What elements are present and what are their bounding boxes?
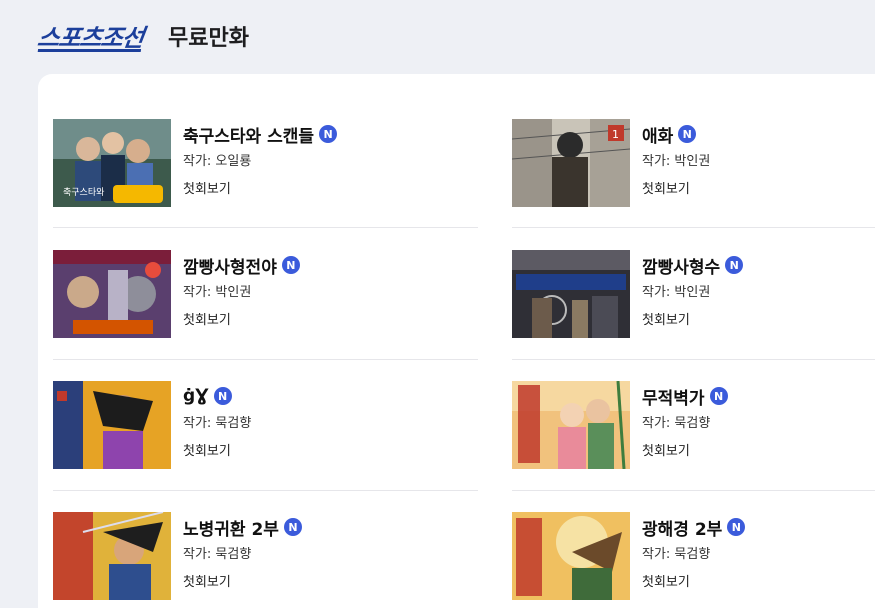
new-badge: N (725, 256, 744, 274)
comic-author: 작가: 오일룡 (183, 154, 252, 169)
comic-item[interactable]: 광해경 2부 N 작가: 묵검향 첫회보기 (512, 512, 875, 602)
comic-author: 작가: 묵검향 (642, 416, 711, 431)
comic-title[interactable]: 무적벽가 (642, 384, 705, 409)
cover-image-icon (512, 250, 630, 338)
cover-image-icon (53, 512, 171, 600)
new-badge: N (283, 518, 302, 536)
comic-item[interactable]: ġƔ N 작가: 묵검향 첫회보기 (53, 381, 443, 471)
row-divider (53, 359, 478, 360)
page-title: 무료만화 (168, 26, 249, 51)
first-episode-link[interactable]: 첫회보기 (183, 440, 231, 459)
comic-title[interactable]: ġƔ (183, 386, 209, 406)
cover-image-icon (53, 381, 171, 469)
comic-cover[interactable]: 축구스타와 (53, 119, 171, 207)
new-badge: N (281, 256, 300, 274)
comic-list-card: 축구스타와 축구스타와 스캔들 N 작가: 오일룡 첫회보기 1 애화 N 작가… (38, 74, 875, 608)
row-divider (512, 227, 875, 228)
comic-title[interactable]: 축구스타와 스캔들 (183, 122, 314, 147)
cover-image-icon: 1 (512, 119, 630, 207)
comic-title[interactable]: 노병귀환 2부 (183, 515, 279, 540)
comic-author: 작가: 박인권 (642, 154, 711, 169)
new-badge: N (319, 125, 338, 143)
first-episode-link[interactable]: 첫회보기 (642, 571, 690, 590)
first-episode-link[interactable]: 첫회보기 (642, 440, 690, 459)
row-divider (53, 227, 478, 228)
first-episode-link[interactable]: 첫회보기 (183, 571, 231, 590)
cover-image-icon (512, 381, 630, 469)
comic-cover[interactable] (512, 512, 630, 600)
comic-title[interactable]: 깜빵사형전야 (183, 253, 277, 278)
cover-image-icon: 축구스타와 (53, 119, 171, 207)
comic-cover[interactable] (53, 512, 171, 600)
svg-text:1: 1 (612, 128, 619, 141)
comic-item[interactable]: 깜빵사형전야 N 작가: 박인권 첫회보기 (53, 250, 443, 340)
new-badge: N (727, 518, 746, 536)
comic-title[interactable]: 애화 (642, 122, 673, 147)
comic-item[interactable]: 1 애화 N 작가: 박인권 첫회보기 (512, 119, 875, 209)
comic-author: 작가: 박인권 (183, 285, 252, 300)
comic-author: 작가: 묵검향 (183, 547, 252, 562)
comic-cover[interactable] (512, 381, 630, 469)
cover-image-icon (512, 512, 630, 600)
comic-item[interactable]: 무적벽가 N 작가: 묵검향 첫회보기 (512, 381, 875, 471)
comic-item[interactable]: 노병귀환 2부 N 작가: 묵검향 첫회보기 (53, 512, 443, 602)
comic-item[interactable]: 깜빵사형수 N 작가: 박인권 첫회보기 (512, 250, 875, 340)
comic-cover[interactable] (512, 250, 630, 338)
comic-author: 작가: 묵검향 (183, 416, 252, 431)
page-header: 스포츠조선 무료만화 (0, 0, 875, 70)
comic-author: 작가: 박인권 (642, 285, 711, 300)
svg-text:축구스타와: 축구스타와 (63, 186, 104, 198)
sportschosun-logo[interactable]: 스포츠조선 (36, 18, 146, 53)
row-divider (53, 490, 478, 491)
comic-cover[interactable] (53, 381, 171, 469)
comic-cover[interactable] (53, 250, 171, 338)
comic-title[interactable]: 깜빵사형수 (642, 253, 720, 278)
row-divider (512, 359, 875, 360)
row-divider (512, 490, 875, 491)
new-badge: N (213, 387, 232, 405)
comic-cover[interactable]: 1 (512, 119, 630, 207)
comic-title[interactable]: 광해경 2부 (642, 515, 722, 540)
new-badge: N (678, 125, 697, 143)
comic-item[interactable]: 축구스타와 축구스타와 스캔들 N 작가: 오일룡 첫회보기 (53, 119, 443, 209)
first-episode-link[interactable]: 첫회보기 (183, 178, 231, 197)
first-episode-link[interactable]: 첫회보기 (642, 178, 690, 197)
first-episode-link[interactable]: 첫회보기 (183, 309, 231, 328)
cover-image-icon (53, 250, 171, 338)
first-episode-link[interactable]: 첫회보기 (642, 309, 690, 328)
comic-author: 작가: 묵검향 (642, 547, 711, 562)
new-badge: N (709, 387, 728, 405)
